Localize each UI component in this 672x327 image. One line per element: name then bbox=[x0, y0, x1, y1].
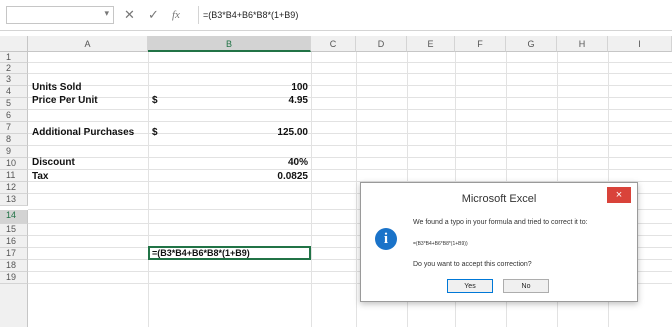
column-header-d[interactable]: D bbox=[356, 36, 407, 52]
cell-b6-currency: $ bbox=[152, 127, 158, 138]
row-header-16[interactable]: 16 bbox=[0, 236, 28, 248]
formula-bar: ▾ ✕ ✓ fx =(B3*B4+B6*B8*(1+B9) bbox=[0, 0, 672, 31]
grid-line bbox=[28, 73, 672, 74]
grid-line bbox=[28, 145, 672, 146]
row-header-9[interactable]: 9 bbox=[0, 146, 28, 158]
cell-b9[interactable]: 0.0825 bbox=[258, 171, 308, 183]
cell-a6[interactable]: Additional Purchases bbox=[32, 127, 134, 139]
autocorrect-dialog: Microsoft Excel × i We found a typo in y… bbox=[360, 182, 638, 302]
check-icon[interactable]: ✓ bbox=[148, 6, 159, 24]
column-header-h[interactable]: H bbox=[557, 36, 608, 52]
name-box[interactable]: ▾ bbox=[6, 6, 114, 24]
row-header-11[interactable]: 11 bbox=[0, 170, 28, 182]
row-header-2[interactable]: 2 bbox=[0, 63, 28, 74]
row-header-18[interactable]: 18 bbox=[0, 260, 28, 272]
grid-line bbox=[28, 85, 672, 86]
row-header-1[interactable]: 1 bbox=[0, 52, 28, 63]
row-header-13[interactable]: 13 bbox=[0, 194, 28, 206]
dialog-suggested-formula: =(B3*B4+B6*B8*(1+B9)) bbox=[413, 241, 468, 247]
cell-a4[interactable]: Price Per Unit bbox=[32, 95, 98, 107]
cell-b14-active[interactable]: =(B3*B4+B6*B8*(1+B9) bbox=[148, 246, 311, 260]
formula-input[interactable]: =(B3*B4+B6*B8*(1+B9) bbox=[198, 6, 668, 24]
dialog-message: We found a typo in your formula and trie… bbox=[413, 219, 588, 226]
x-icon[interactable]: ✕ bbox=[124, 6, 135, 24]
cell-a3[interactable]: Units Sold bbox=[32, 82, 81, 94]
row-header-15[interactable]: 15 bbox=[0, 224, 28, 236]
cell-b3[interactable]: 100 bbox=[290, 82, 308, 94]
dialog-title: Microsoft Excel bbox=[461, 193, 537, 205]
row-header-4[interactable]: 4 bbox=[0, 86, 28, 98]
cell-a9[interactable]: Tax bbox=[32, 171, 49, 183]
grid-line bbox=[148, 52, 149, 327]
row-header-12[interactable]: 12 bbox=[0, 182, 28, 194]
cell-b6[interactable]: 125.00 bbox=[258, 127, 308, 139]
no-button[interactable]: No bbox=[503, 279, 549, 293]
row-header-8[interactable]: 8 bbox=[0, 134, 28, 146]
column-header-i[interactable]: I bbox=[608, 36, 672, 52]
row-header-5[interactable]: 5 bbox=[0, 98, 28, 110]
grid-line bbox=[28, 109, 672, 110]
column-header-a[interactable]: A bbox=[28, 36, 148, 52]
row-header-17[interactable]: 17 bbox=[0, 248, 28, 260]
cell-b4-currency: $ bbox=[152, 95, 158, 106]
row-header-10[interactable]: 10 bbox=[0, 158, 28, 170]
grid-line bbox=[28, 121, 672, 122]
grid-line bbox=[356, 52, 357, 327]
row-header-6[interactable]: 6 bbox=[0, 110, 28, 122]
grid-line bbox=[311, 52, 312, 327]
fx-icon[interactable]: fx bbox=[172, 6, 180, 24]
grid-line bbox=[28, 62, 672, 63]
info-icon: i bbox=[375, 228, 397, 250]
grid-line bbox=[28, 169, 672, 170]
yes-button[interactable]: Yes bbox=[447, 279, 493, 293]
column-header-c[interactable]: C bbox=[311, 36, 356, 52]
row-header-filler bbox=[0, 284, 28, 327]
grid-line bbox=[28, 157, 672, 158]
column-header-g[interactable]: G bbox=[506, 36, 557, 52]
row-header-7[interactable]: 7 bbox=[0, 122, 28, 134]
row-header-19[interactable]: 19 bbox=[0, 272, 28, 284]
column-header-f[interactable]: F bbox=[455, 36, 506, 52]
select-all-corner[interactable] bbox=[0, 36, 28, 52]
cell-b4[interactable]: 4.95 bbox=[270, 95, 308, 107]
dialog-question: Do you want to accept this correction? bbox=[413, 261, 532, 268]
column-header-b[interactable]: B bbox=[148, 36, 311, 52]
row-header-3[interactable]: 3 bbox=[0, 74, 28, 86]
cell-a8[interactable]: Discount bbox=[32, 157, 75, 169]
grid-line bbox=[28, 97, 672, 98]
close-icon[interactable]: × bbox=[607, 187, 631, 203]
row-header-14[interactable]: 14 bbox=[0, 210, 28, 224]
column-header-e[interactable]: E bbox=[407, 36, 455, 52]
cell-b8[interactable]: 40% bbox=[270, 157, 308, 169]
chevron-down-icon[interactable]: ▾ bbox=[104, 8, 109, 19]
